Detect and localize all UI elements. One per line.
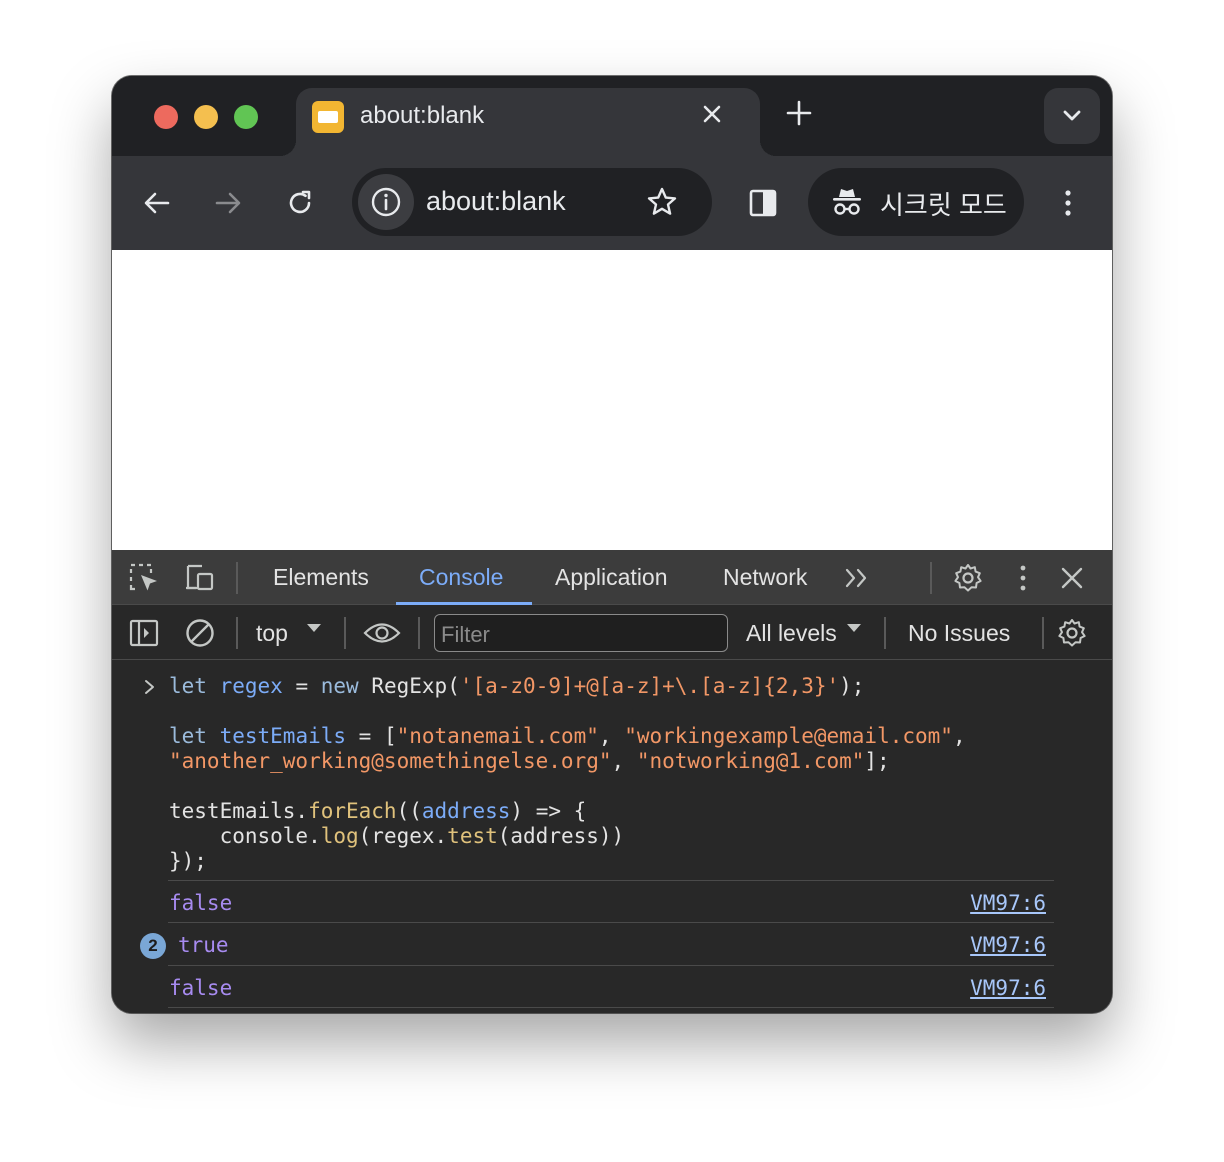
log-levels-dropdown[interactable]: All levels <box>746 620 837 647</box>
toolbar-divider <box>236 617 238 649</box>
close-devtools-icon[interactable] <box>1056 562 1088 594</box>
devtools-panel: Elements Console Application Network top… <box>112 550 1112 1013</box>
close-tab-icon[interactable] <box>700 102 724 126</box>
back-arrow-icon[interactable] <box>142 188 172 218</box>
code-line: let regex = new RegExp('[a-z0-9]+@[a-z]+… <box>169 674 865 698</box>
filter-input[interactable]: Filter <box>434 614 728 652</box>
page-content[interactable] <box>112 250 1112 550</box>
tab-search-button[interactable] <box>1044 88 1100 144</box>
settings-gear-icon[interactable] <box>952 562 984 594</box>
clear-console-icon[interactable] <box>184 617 216 649</box>
tab-strip: about:blank <box>112 76 1112 156</box>
tab-network[interactable]: Network <box>723 564 807 591</box>
dropdown-arrow-icon[interactable] <box>304 618 324 638</box>
tab-application[interactable]: Application <box>555 564 668 591</box>
console-message-row: false VM97:6 <box>168 965 1054 1008</box>
site-info-button[interactable] <box>358 174 414 230</box>
toolbar-divider <box>344 617 346 649</box>
tab-console[interactable]: Console <box>419 564 503 591</box>
incognito-indicator[interactable]: 시크릿 모드 <box>808 168 1024 236</box>
page-favicon-icon <box>312 101 344 133</box>
more-menu-icon[interactable] <box>1056 188 1080 218</box>
source-link[interactable]: VM97:6 <box>970 933 1046 957</box>
inspect-element-icon[interactable] <box>128 562 160 594</box>
code-line: "another_working@somethingelse.org", "no… <box>169 749 890 773</box>
log-value: true <box>178 933 229 957</box>
console-settings-gear-icon[interactable] <box>1056 617 1088 649</box>
address-bar-url: about:blank <box>426 186 566 216</box>
close-window-button[interactable] <box>154 105 178 129</box>
browser-toolbar: about:blank 시크릿 모드 <box>112 156 1112 250</box>
toolbar-divider <box>884 617 886 649</box>
device-toolbar-icon[interactable] <box>184 562 216 594</box>
bookmark-star-icon[interactable] <box>646 186 678 218</box>
incognito-icon <box>833 189 861 215</box>
repeat-count-badge: 2 <box>140 933 166 959</box>
toolbar-divider <box>236 562 238 594</box>
console-divider <box>168 1007 1054 1008</box>
context-selector[interactable]: top <box>256 620 288 647</box>
browser-window: about:blank about:blank 시크릿 모드 Elements … <box>112 76 1112 1013</box>
forward-arrow-icon[interactable] <box>213 188 243 218</box>
code-line: console.log(regex.test(address)) <box>169 824 625 848</box>
live-expression-eye-icon[interactable] <box>363 617 401 649</box>
address-bar[interactable]: about:blank <box>352 168 712 236</box>
zoom-window-button[interactable] <box>234 105 258 129</box>
console-input-code: let regex = new RegExp('[a-z0-9]+@[a-z]+… <box>169 674 966 874</box>
side-panel-icon[interactable] <box>748 188 778 218</box>
code-line: testEmails.forEach((address) => { <box>169 799 587 823</box>
tab-title: about:blank <box>360 102 485 129</box>
tab-about-blank[interactable]: about:blank <box>280 88 776 156</box>
console-toolbar: top Filter All levels No Issues <box>112 606 1112 660</box>
prompt-chevron-icon <box>145 680 154 694</box>
minimize-window-button[interactable] <box>194 105 218 129</box>
sidebar-toggle-icon[interactable] <box>128 617 160 649</box>
devtools-tab-bar: Elements Console Application Network <box>112 550 1112 605</box>
tab-elements[interactable]: Elements <box>273 564 369 591</box>
console-message-row: 2 true VM97:6 <box>140 922 1054 965</box>
code-line: let testEmails = ["notanemail.com", "wor… <box>169 724 966 748</box>
dropdown-arrow-icon[interactable] <box>844 618 864 638</box>
console-message-row: false VM97:6 <box>168 880 1054 923</box>
chevron-down-icon <box>1063 110 1081 121</box>
more-tabs-chevron-icon[interactable] <box>842 562 874 594</box>
code-line: }); <box>169 849 207 873</box>
devtools-menu-icon[interactable] <box>1007 562 1039 594</box>
info-icon <box>371 187 401 217</box>
console-output[interactable]: let regex = new RegExp('[a-z0-9]+@[a-z]+… <box>112 660 1112 1013</box>
reload-icon[interactable] <box>285 188 315 218</box>
new-tab-icon[interactable] <box>786 100 812 126</box>
log-value: false <box>169 976 233 1000</box>
source-link[interactable]: VM97:6 <box>970 891 1046 915</box>
log-value: false <box>169 891 233 915</box>
active-tab-indicator <box>396 602 532 605</box>
toolbar-divider <box>930 562 932 594</box>
toolbar-divider <box>418 617 420 649</box>
toolbar-divider <box>1042 617 1044 649</box>
issues-counter[interactable]: No Issues <box>908 620 1010 647</box>
incognito-label: 시크릿 모드 <box>880 190 1007 220</box>
source-link[interactable]: VM97:6 <box>970 976 1046 1000</box>
